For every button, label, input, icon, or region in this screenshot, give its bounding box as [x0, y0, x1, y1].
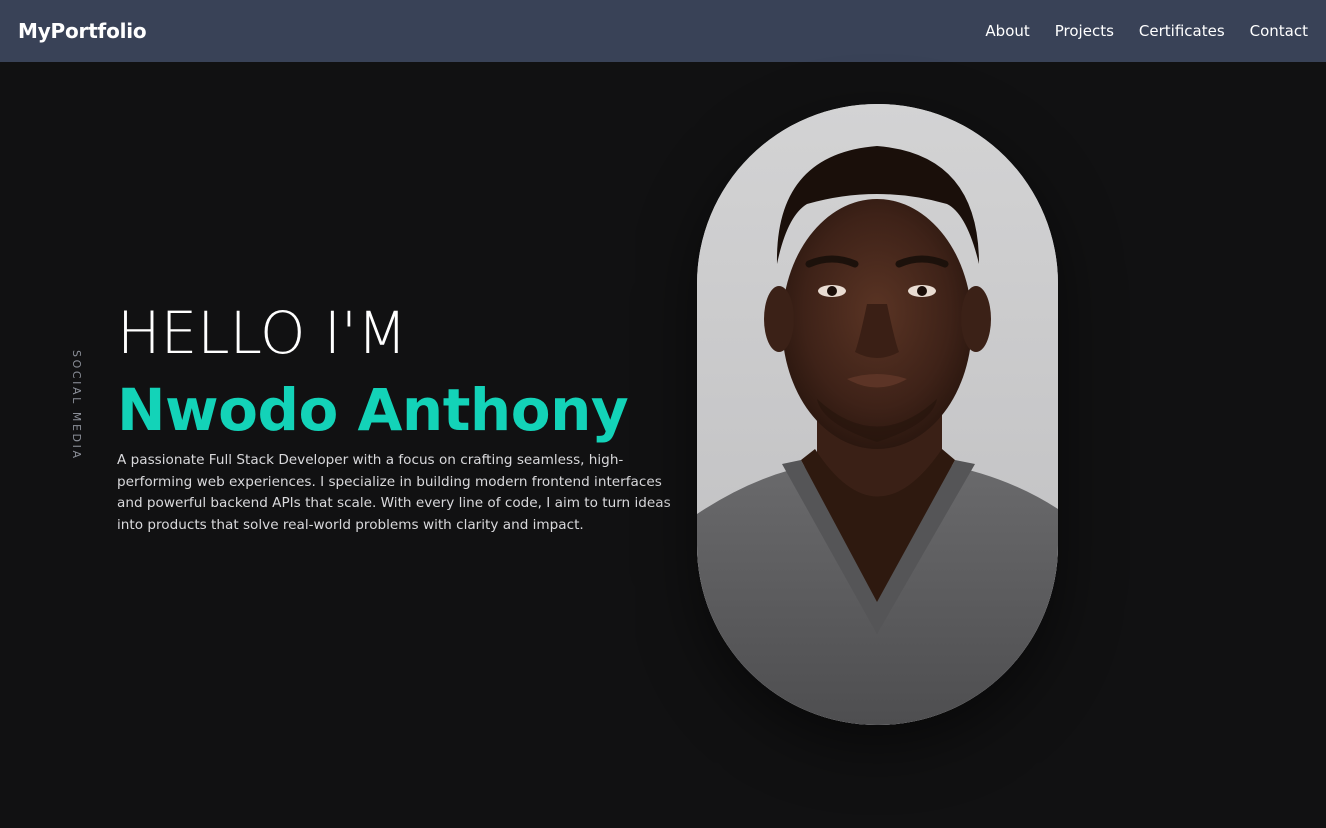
- person-portrait-icon: [697, 104, 1058, 725]
- nav-link-about[interactable]: About: [985, 22, 1029, 40]
- social-media-label: SOCIAL MEDIA: [70, 350, 83, 461]
- nav-link-projects[interactable]: Projects: [1055, 22, 1114, 40]
- navbar: MyPortfolio About Projects Certificates …: [0, 0, 1326, 62]
- hero-name: Nwodo Anthony: [117, 376, 629, 444]
- nav-link-certificates[interactable]: Certificates: [1139, 22, 1225, 40]
- hero-greeting: HELLO I'M: [117, 299, 407, 367]
- hero-bio: A passionate Full Stack Developer with a…: [117, 452, 671, 533]
- nav-link-contact[interactable]: Contact: [1250, 22, 1308, 40]
- nav-links: About Projects Certificates Contact: [985, 22, 1308, 40]
- profile-portrait: [697, 104, 1058, 725]
- hero-text: HELLO I'M Nwodo Anthony A passionate Ful…: [117, 300, 677, 536]
- brand-logo[interactable]: MyPortfolio: [18, 19, 147, 43]
